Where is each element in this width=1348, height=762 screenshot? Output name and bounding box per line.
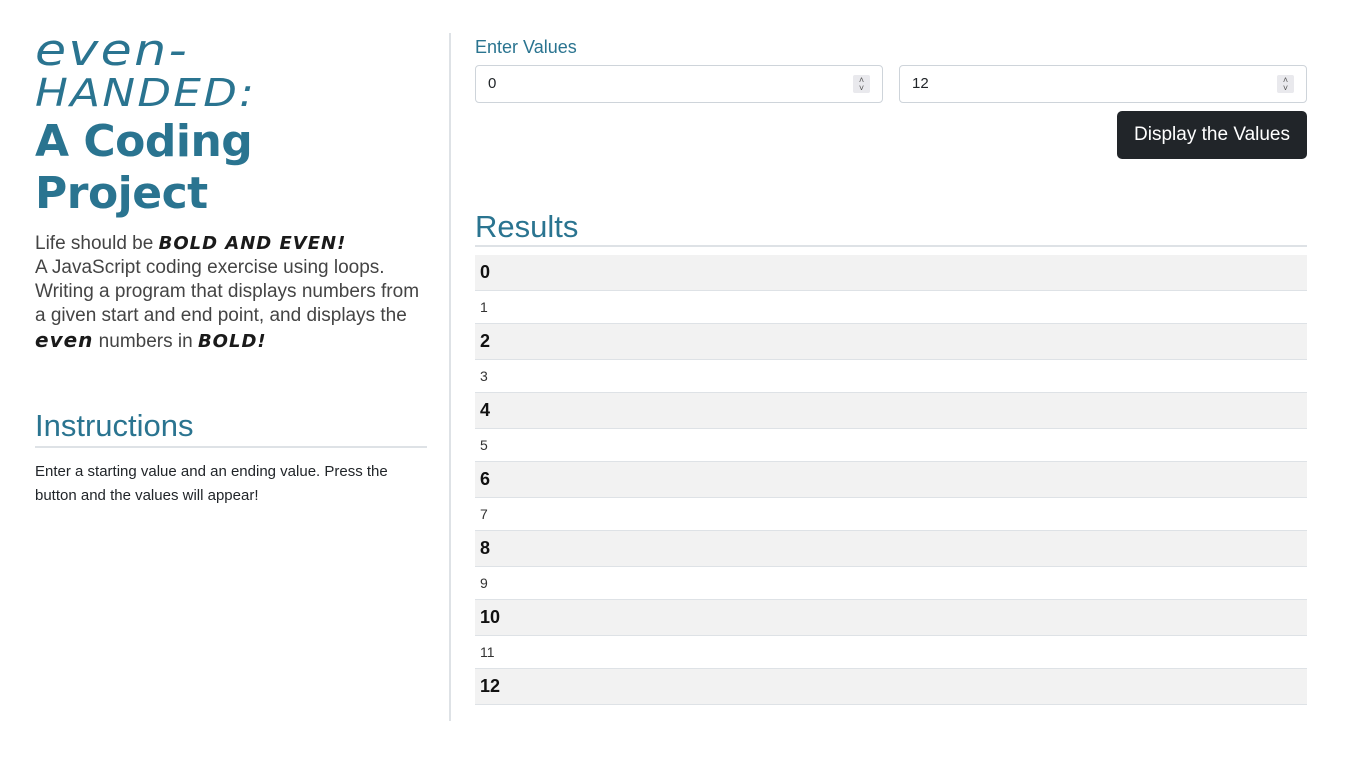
- start-value-input[interactable]: 0 ˄ ˅: [475, 65, 883, 103]
- result-value: 1: [475, 290, 1307, 324]
- chevron-down-icon[interactable]: ˅: [1277, 84, 1294, 93]
- instructions-text: Enter a starting value and an ending val…: [35, 463, 388, 504]
- result-value: 2: [475, 323, 1307, 360]
- display-values-button[interactable]: Display the Values: [1117, 111, 1307, 159]
- result-value: 11: [475, 635, 1307, 669]
- main-panel: Enter Values 0 ˄ ˅ 12 ˄ ˅ Display the Va…: [475, 34, 1307, 705]
- enter-values-label: Enter Values: [475, 37, 577, 57]
- table-row: 2: [475, 323, 1307, 360]
- tagline-emphasis-even: even: [35, 328, 94, 352]
- start-value-text: 0: [488, 75, 497, 92]
- result-value: 6: [475, 461, 1307, 498]
- tagline: Life should be Bold and Even! A JavaScri…: [35, 232, 427, 354]
- button-row: Display the Values: [475, 111, 1307, 159]
- table-row: 4: [475, 392, 1307, 429]
- end-value-input[interactable]: 12 ˄ ˅: [899, 65, 1307, 103]
- end-value-spinner[interactable]: ˄ ˅: [1277, 75, 1294, 93]
- result-value: 3: [475, 359, 1307, 393]
- value-inputs: 0 ˄ ˅ 12 ˄ ˅: [475, 65, 1307, 103]
- tagline-part3: numbers in: [93, 331, 198, 352]
- table-row: 11: [475, 635, 1307, 669]
- sidebar: even- Handed: A Coding Project Life shou…: [35, 29, 427, 508]
- result-value: 12: [475, 668, 1307, 705]
- table-row: 9: [475, 566, 1307, 600]
- result-value: 4: [475, 392, 1307, 429]
- table-row: 5: [475, 428, 1307, 462]
- table-row: 7: [475, 497, 1307, 531]
- table-row: 0: [475, 255, 1307, 291]
- result-value: 7: [475, 497, 1307, 531]
- tagline-emphasis-bold: Bold!: [197, 331, 267, 352]
- table-row: 10: [475, 599, 1307, 636]
- instructions-heading: Instructions: [35, 408, 427, 448]
- brand-stylized-title: even- Handed:: [35, 29, 426, 115]
- end-value-text: 12: [912, 75, 929, 92]
- table-row: 8: [475, 530, 1307, 567]
- brand-line1: even-: [35, 25, 190, 76]
- tagline-description: A JavaScript coding exercise using loops…: [35, 257, 420, 326]
- chevron-down-icon[interactable]: ˅: [853, 84, 870, 93]
- result-value: 10: [475, 599, 1307, 636]
- brand-line2: Handed:: [35, 71, 257, 115]
- result-value: 9: [475, 566, 1307, 600]
- result-value: 8: [475, 530, 1307, 567]
- page-title: A Coding Project: [35, 116, 253, 219]
- results-body: 0 1 2 3 4 5 6 7 8 9 10 11 12: [475, 255, 1307, 705]
- table-row: 3: [475, 359, 1307, 393]
- tagline-part1: Life should be: [35, 233, 159, 254]
- results-table: 0 1 2 3 4 5 6 7 8 9 10 11 12: [475, 255, 1307, 705]
- table-row: 12: [475, 668, 1307, 705]
- column-divider: [449, 33, 451, 721]
- table-row: 6: [475, 461, 1307, 498]
- result-value: 5: [475, 428, 1307, 462]
- results-heading: Results: [475, 209, 1307, 247]
- page: even- Handed: A Coding Project Life shou…: [0, 0, 1348, 762]
- tagline-emphasis-bold-even: Bold and Even!: [158, 233, 347, 254]
- start-value-spinner[interactable]: ˄ ˅: [853, 75, 870, 93]
- table-row: 1: [475, 290, 1307, 324]
- result-value: 0: [475, 255, 1307, 291]
